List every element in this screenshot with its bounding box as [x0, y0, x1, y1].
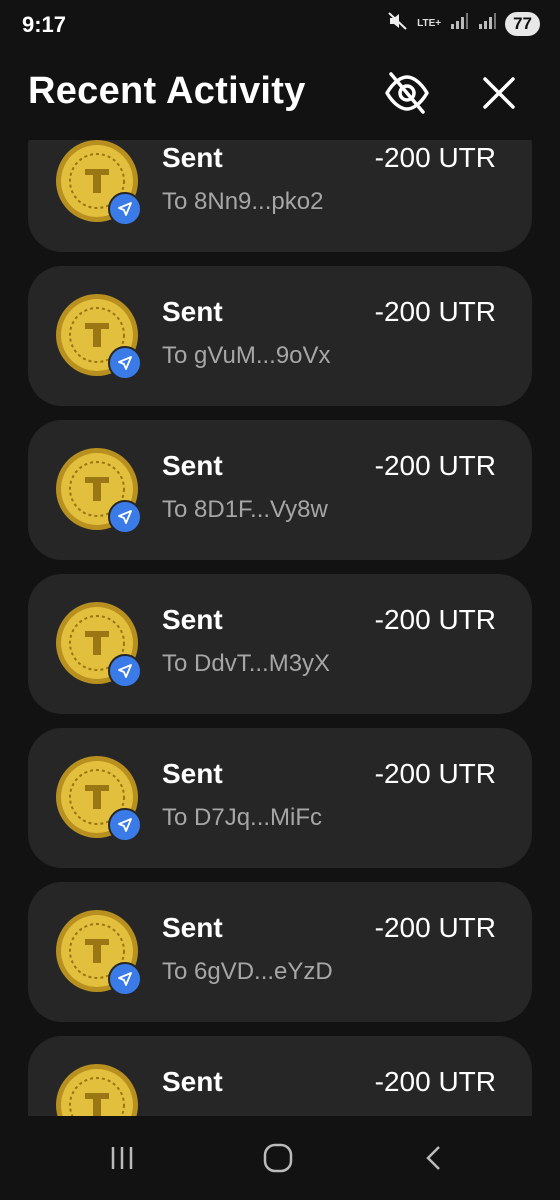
- hide-balance-button[interactable]: [382, 68, 432, 118]
- activity-item[interactable]: Sent -200 UTR To gVuM...9oVx: [28, 266, 532, 406]
- activity-item[interactable]: Sent -200 UTR To 6gVD...eYzD: [28, 882, 532, 1022]
- recent-apps-icon: [111, 1147, 133, 1169]
- transaction-recipient: To gVuM...9oVx: [162, 342, 331, 369]
- eye-off-icon: [385, 72, 429, 114]
- back-button[interactable]: [404, 1136, 464, 1180]
- transaction-recipient: To 8Nn9...pko2: [162, 188, 324, 215]
- transaction-recipient: To DdvT...M3yX: [162, 650, 331, 677]
- status-icons: LTE+ 77: [387, 10, 540, 37]
- transaction-amount: -200 UTR: [374, 912, 496, 943]
- back-icon: [426, 1146, 440, 1170]
- activity-list[interactable]: Sent -200 UTR To 8Nn9...pko2 Sent -200 U…: [0, 140, 560, 1116]
- transaction-amount: -200 UTR: [374, 296, 496, 327]
- transaction-recipient: To D7Jq...MiFc: [162, 804, 323, 831]
- activity-item[interactable]: Sent -200 UTR To DdvT...M3yX: [28, 574, 532, 714]
- send-badge-icon: [108, 500, 142, 534]
- recent-apps-button[interactable]: [92, 1136, 152, 1180]
- activity-item[interactable]: Sent -200 UTR To 8Nn9...pko2: [28, 140, 532, 252]
- coin-icon: [56, 1064, 138, 1116]
- transaction-amount: -200 UTR: [374, 604, 496, 635]
- signal-icon: [477, 11, 497, 36]
- header: Recent Activity: [0, 60, 560, 126]
- transaction-type: Sent: [162, 450, 223, 481]
- home-icon: [263, 1143, 293, 1173]
- transaction-amount: -200 UTR: [374, 450, 496, 481]
- transaction-type: Sent: [162, 912, 223, 943]
- transaction-type: Sent: [162, 296, 223, 327]
- battery-icon: 77: [505, 11, 540, 36]
- transaction-recipient: To 6gVD...eYzD: [162, 958, 333, 985]
- close-button[interactable]: [476, 70, 522, 116]
- send-badge-icon: [108, 962, 142, 996]
- transaction-type: Sent: [162, 142, 223, 173]
- send-badge-icon: [108, 654, 142, 688]
- status-bar: 9:17 LTE+ 77: [0, 0, 560, 50]
- network-type: LTE+: [417, 17, 442, 29]
- send-badge-icon: [108, 808, 142, 842]
- activity-item[interactable]: Sent -200 UTR To D7Jq...MiFc: [28, 728, 532, 868]
- page-title: Recent Activity: [28, 70, 306, 112]
- transaction-recipient: To 8D1F...Vy8w: [162, 496, 328, 523]
- home-button[interactable]: [248, 1136, 308, 1180]
- system-nav-bar: [0, 1116, 560, 1200]
- activity-item[interactable]: Sent -200 UTR To 8D1F...Vy8w: [28, 420, 532, 560]
- transaction-amount: -200 UTR: [374, 758, 496, 789]
- signal-icon: [449, 11, 469, 36]
- transaction-type: Sent: [162, 604, 223, 635]
- transaction-type: Sent: [162, 758, 223, 789]
- status-time: 9:17: [22, 12, 67, 37]
- send-badge-icon: [108, 346, 142, 380]
- mute-icon: [387, 10, 409, 37]
- activity-item[interactable]: Sent -200 UTR: [28, 1036, 532, 1116]
- transaction-amount: -200 UTR: [374, 142, 496, 173]
- close-icon: [483, 77, 515, 109]
- transaction-amount: -200 UTR: [374, 1066, 496, 1097]
- send-badge-icon: [108, 192, 142, 226]
- transaction-type: Sent: [162, 1066, 223, 1097]
